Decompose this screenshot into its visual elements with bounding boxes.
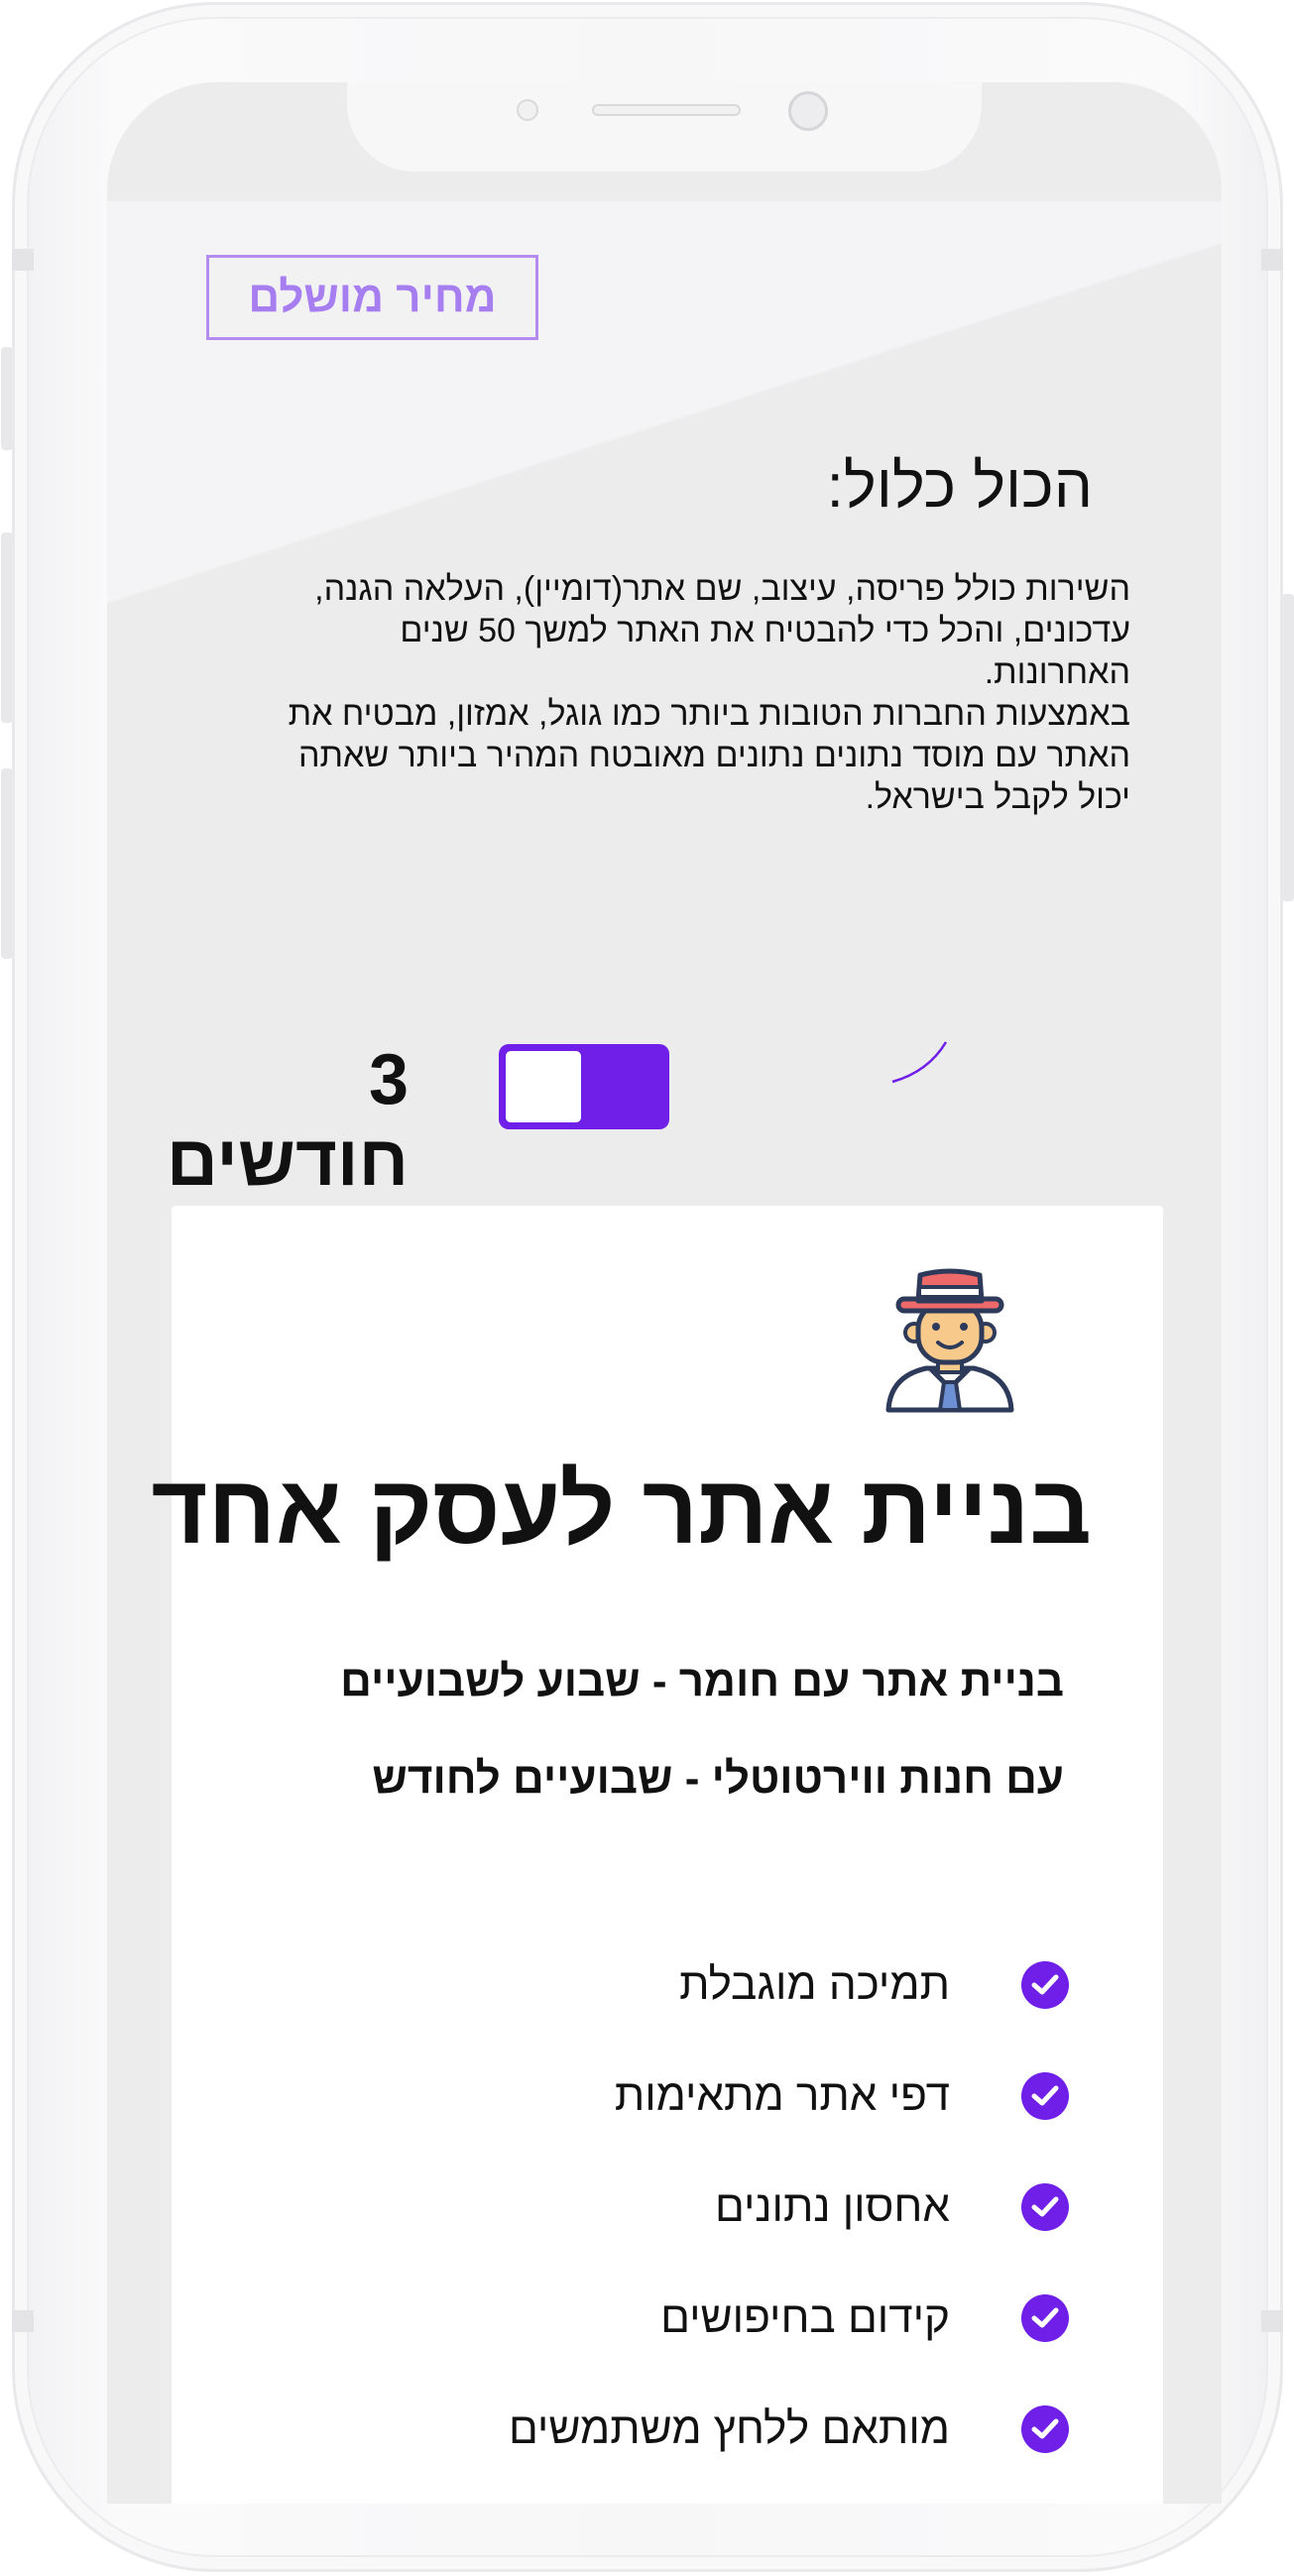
decorative-arc-icon xyxy=(891,1041,948,1084)
antenna-band xyxy=(1261,249,1283,271)
businessman-avatar-icon xyxy=(885,1268,1014,1413)
plan-features-list: תמיכה מוגבלת דפי אתר מתאימות אחסון נתוני… xyxy=(276,1930,1069,2485)
phone-notch xyxy=(345,82,984,174)
pricing-card: בניית אתר לעסק אחד בניית אתר עם חומר - ש… xyxy=(151,1206,1163,2504)
check-circle-icon xyxy=(1021,2072,1069,2120)
feature-item: אחסון נתונים xyxy=(276,2152,1069,2263)
feature-label: דפי אתר מתאימות xyxy=(614,2071,950,2120)
included-title: הכול כלול: xyxy=(826,452,1093,521)
included-description-paragraph: באמצעות החברות הטובות ביותר כמו גוגל, אמ… xyxy=(288,695,1130,816)
mute-switch xyxy=(1,347,13,450)
check-circle-icon xyxy=(1021,2405,1069,2453)
plan-subtitle: בניית אתר עם חומר - שבוע לשבועיים xyxy=(340,1657,1064,1705)
volume-up-button xyxy=(1,532,13,723)
feature-label: תמיכה מוגבלת xyxy=(679,1960,950,2009)
phone-frame: מחיר מושלם הכול כלול: השירות כולל פריסה,… xyxy=(1,2,1294,2572)
billing-period-toggle[interactable] xyxy=(499,1044,669,1129)
front-camera-icon xyxy=(788,91,828,131)
proximity-sensor-icon xyxy=(517,99,538,121)
check-circle-icon xyxy=(1021,1961,1069,2009)
phone-screen: מחיר מושלם הכול כלול: השירות כולל פריסה,… xyxy=(107,82,1222,2504)
plan-title: בניית אתר לעסק אחד xyxy=(151,1455,1092,1564)
feature-item: קידום בחיפושים xyxy=(276,2263,1069,2374)
plan-subtitle: עם חנות ווירטוטלי - שבועיים לחודש xyxy=(372,1754,1064,1803)
billing-period-label: 3 חודשים xyxy=(166,1040,409,1201)
check-circle-icon xyxy=(1021,2294,1069,2342)
price-button[interactable]: מחיר מושלם xyxy=(206,255,538,340)
antenna-band xyxy=(12,249,34,271)
earpiece-speaker-icon xyxy=(592,104,741,116)
feature-label: מותאם ללחץ משתמשים xyxy=(508,2404,950,2453)
toggle-knob xyxy=(503,1048,584,1125)
check-circle-icon xyxy=(1021,2183,1069,2231)
power-button xyxy=(1282,594,1294,901)
included-description: השירות כולל פריסה, עיצוב, שם אתר(דומיין)… xyxy=(278,568,1130,818)
feature-item: מותאם ללחץ משתמשים xyxy=(276,2374,1069,2485)
feature-item: תמיכה מוגבלת xyxy=(276,1930,1069,2041)
volume-down-button xyxy=(1,768,13,959)
included-description-paragraph: השירות כולל פריסה, עיצוב, שם אתר(דומיין)… xyxy=(314,570,1130,691)
feature-item: דפי אתר מתאימות xyxy=(276,2041,1069,2152)
antenna-band xyxy=(12,2310,34,2332)
antenna-band xyxy=(1261,2310,1283,2332)
feature-label: אחסון נתונים xyxy=(715,2182,950,2231)
feature-label: קידום בחיפושים xyxy=(660,2293,950,2342)
